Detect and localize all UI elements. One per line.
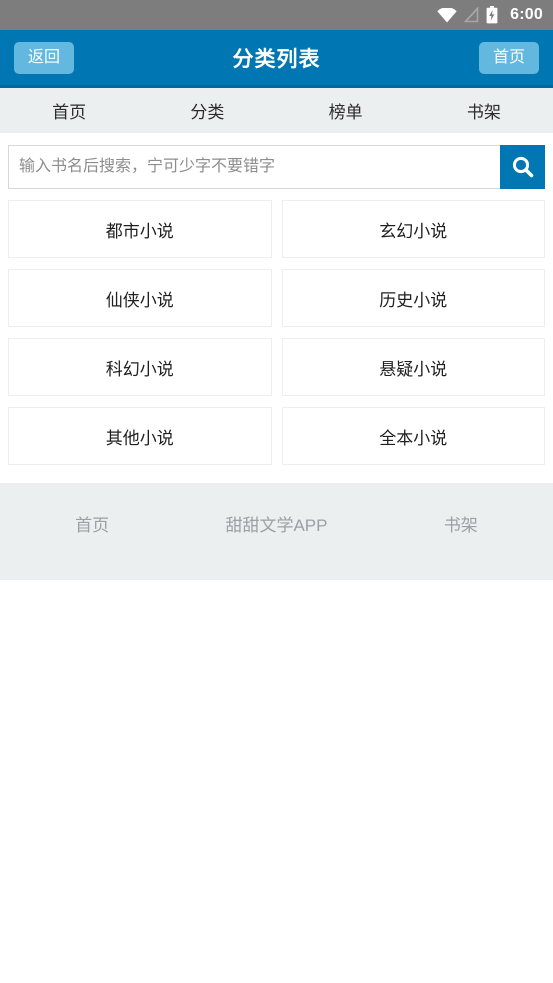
category-cell[interactable]: 历史小说 [281, 269, 545, 327]
battery-charging-icon [486, 6, 498, 24]
category-cell[interactable]: 玄幻小说 [281, 200, 545, 258]
category-cell[interactable]: 悬疑小说 [281, 338, 545, 396]
tab-bookshelf[interactable]: 书架 [415, 98, 553, 123]
category-cell[interactable]: 都市小说 [8, 200, 272, 258]
status-bar-icons: 6:00 [437, 6, 543, 24]
footer-item-bookshelf[interactable]: 书架 [369, 511, 553, 536]
tab-ranking[interactable]: 榜单 [277, 98, 415, 123]
back-button[interactable]: 返回 [14, 41, 75, 74]
category-cell[interactable]: 其他小说 [8, 407, 272, 465]
tab-home[interactable]: 首页 [0, 98, 138, 123]
app-header: 返回 分类列表 首页 [0, 30, 553, 88]
footer-item-app[interactable]: 甜甜文学APP [184, 511, 368, 536]
home-button[interactable]: 首页 [478, 41, 539, 74]
search-icon [510, 154, 536, 180]
category-cell[interactable]: 全本小说 [281, 407, 545, 465]
status-bar: 6:00 [0, 0, 553, 30]
tab-bar: 首页 分类 榜单 书架 [0, 88, 553, 133]
page-title: 分类列表 [232, 47, 321, 71]
search-input[interactable] [8, 145, 500, 189]
category-grid: 都市小说 玄幻小说 仙侠小说 历史小说 科幻小说 悬疑小说 其他小说 全本小说 [8, 200, 545, 465]
search-button[interactable] [500, 145, 545, 189]
category-cell[interactable]: 科幻小说 [8, 338, 272, 396]
footer-item-home[interactable]: 首页 [0, 511, 184, 536]
search-bar [8, 145, 545, 189]
tab-category[interactable]: 分类 [138, 98, 276, 123]
status-bar-clock: 6:00 [510, 6, 543, 23]
category-cell[interactable]: 仙侠小说 [8, 269, 272, 327]
signal-off-icon [464, 7, 479, 23]
wifi-icon [437, 7, 457, 23]
footer-bar: 首页 甜甜文学APP 书架 [0, 483, 553, 580]
